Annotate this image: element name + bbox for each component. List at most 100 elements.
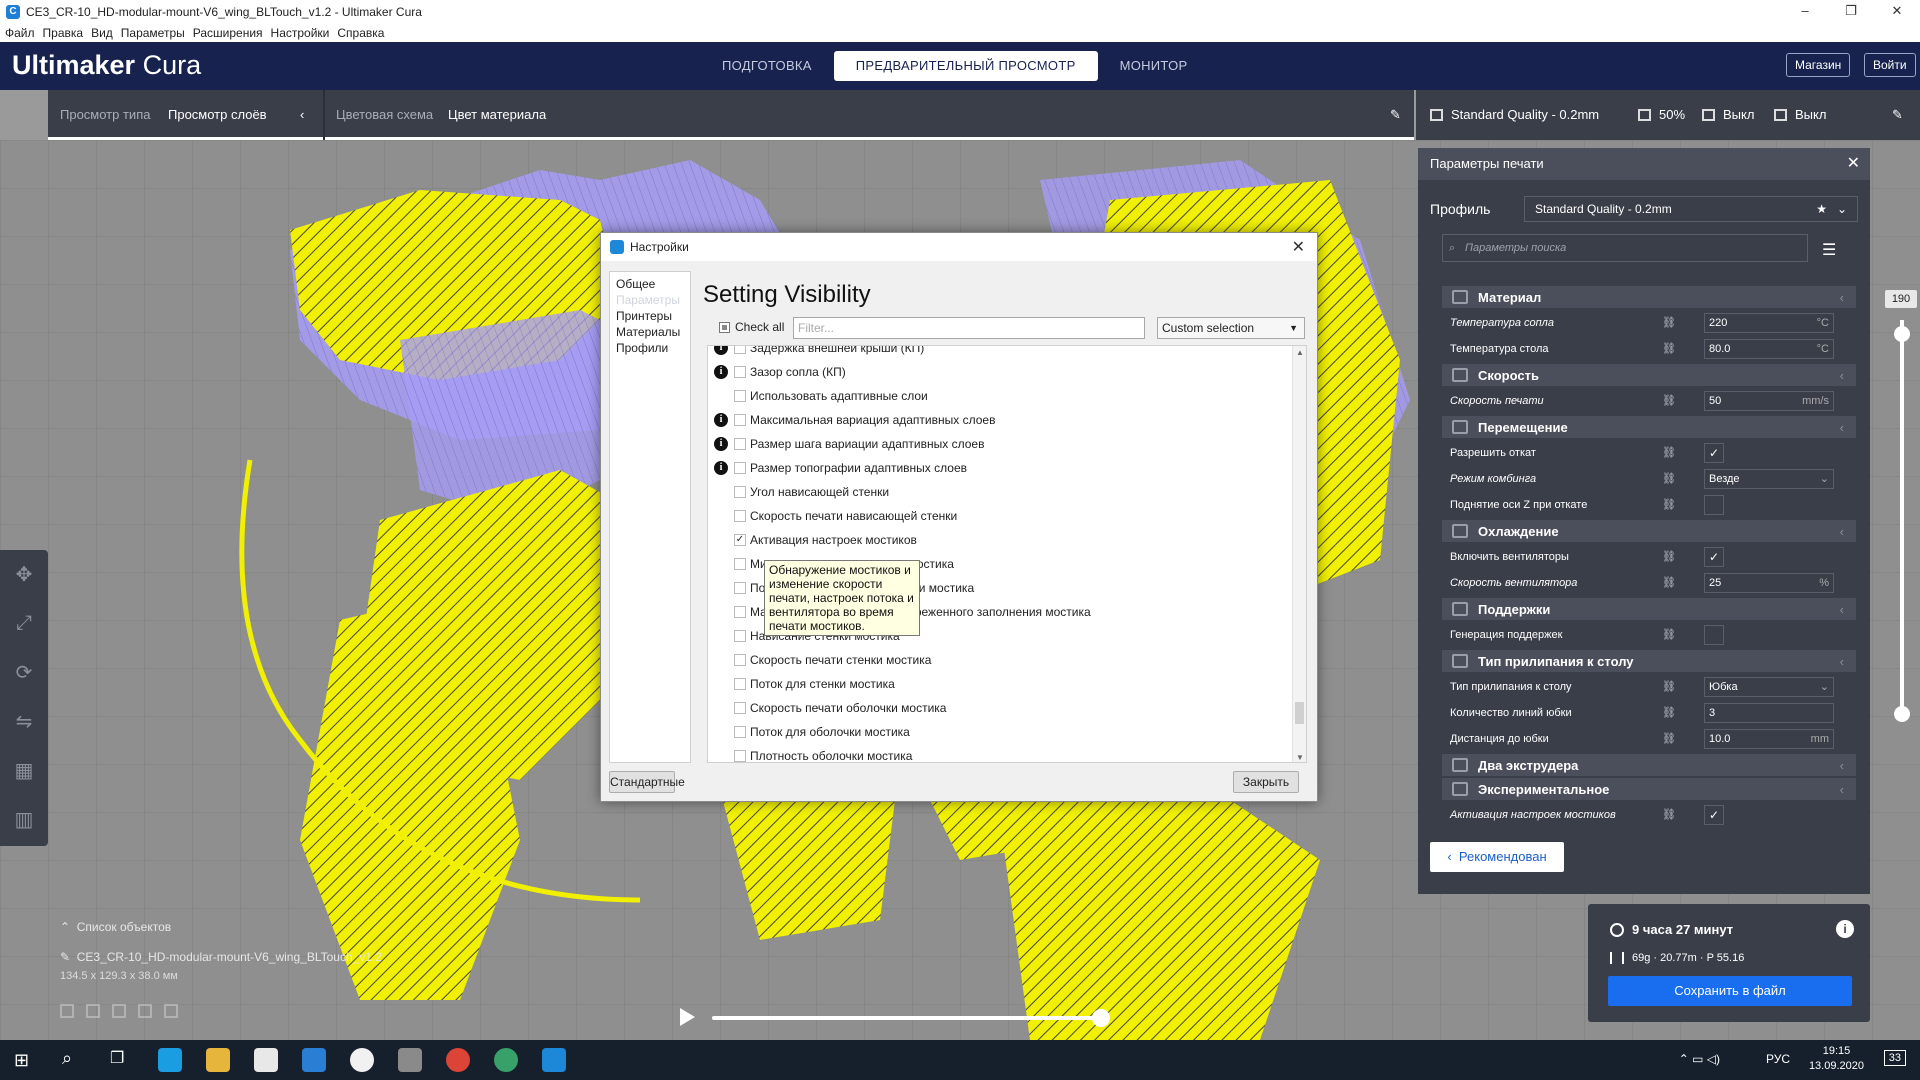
layer-slider-bottom-handle[interactable]	[1894, 706, 1910, 722]
app-globe-icon[interactable]	[494, 1048, 518, 1072]
visibility-checkbox[interactable]	[734, 438, 746, 450]
restore-icon[interactable]: ❐	[1828, 0, 1874, 24]
per-model-settings-icon[interactable]: ▦	[0, 746, 48, 795]
settings-category[interactable]: Материал ‹	[1442, 286, 1856, 308]
path-slider-handle[interactable]	[1092, 1009, 1110, 1027]
tab-preview[interactable]: ПРЕДВАРИТЕЛЬНЫЙ ПРОСМОТР	[833, 51, 1098, 81]
search-icon[interactable]: ⌕	[62, 1048, 72, 1069]
left-view-icon[interactable]	[138, 1004, 152, 1018]
setting-checkbox[interactable]	[1704, 625, 1724, 645]
close-button[interactable]: Закрыть	[1233, 771, 1299, 793]
visibility-checkbox[interactable]	[734, 606, 746, 618]
pencil-icon[interactable]: ✎	[1892, 107, 1903, 123]
setting-value-field[interactable]: Везде ⌄	[1704, 469, 1834, 489]
info-icon[interactable]: i	[714, 437, 728, 451]
visibility-checkbox[interactable]	[734, 750, 746, 762]
play-icon[interactable]	[680, 1008, 695, 1026]
language-indicator[interactable]: РУС	[1766, 1052, 1790, 1066]
scroll-down-icon[interactable]: ▼	[1296, 753, 1304, 762]
marketplace-button[interactable]: Магазин	[1786, 53, 1851, 77]
filter-input[interactable]: Filter...	[793, 317, 1145, 339]
settings-category[interactable]: Тип прилипания к столу ‹	[1442, 650, 1856, 672]
visibility-checkbox[interactable]	[734, 390, 746, 402]
itunes-icon[interactable]	[350, 1048, 374, 1072]
visibility-item[interactable]: Скорость печати стенки мостика	[708, 648, 1288, 672]
setting-checkbox[interactable]: ✓	[1704, 805, 1724, 825]
menu-preferences[interactable]: Настройки	[267, 26, 334, 40]
infill-summary[interactable]: 50%	[1638, 107, 1685, 122]
setting-value-field[interactable]: 220 °C	[1704, 313, 1834, 333]
setting-value-field[interactable]: 3	[1704, 703, 1834, 723]
profile-summary[interactable]: Standard Quality - 0.2mm	[1430, 107, 1599, 122]
settings-category[interactable]: Охлаждение ‹	[1442, 520, 1856, 542]
settings-category[interactable]: Перемещение ‹	[1442, 416, 1856, 438]
nav-materials[interactable]: Материалы	[610, 324, 690, 340]
edge-icon[interactable]	[158, 1048, 182, 1072]
3d-view-icon[interactable]	[60, 1004, 74, 1018]
settings-category[interactable]: Экспериментальное ‹	[1442, 778, 1856, 800]
setting-checkbox[interactable]: ✓	[1704, 547, 1724, 567]
setting-value-field[interactable]: 10.0 mm	[1704, 729, 1834, 749]
save-to-file-button[interactable]: Сохранить в файл	[1608, 976, 1852, 1006]
print-setup-bar[interactable]: Standard Quality - 0.2mm 50% Выкл Выкл ✎	[1416, 90, 1920, 140]
support-summary[interactable]: Выкл	[1702, 107, 1754, 122]
minimize-icon[interactable]: –	[1782, 0, 1828, 24]
visibility-item[interactable]: Угол нависающей стенки	[708, 480, 1288, 504]
info-icon[interactable]: i	[714, 346, 728, 355]
visibility-item[interactable]: Использовать адаптивные слои	[708, 384, 1288, 408]
visibility-checkbox[interactable]	[734, 346, 746, 354]
mirror-tool-icon[interactable]: ⇋	[0, 697, 48, 746]
visibility-item[interactable]: i Зазор сопла (КП)	[708, 360, 1288, 384]
visibility-checkbox[interactable]	[734, 630, 746, 642]
visibility-checkbox[interactable]	[734, 486, 746, 498]
tab-monitor[interactable]: МОНИТОР	[1098, 51, 1210, 81]
front-view-icon[interactable]	[86, 1004, 100, 1018]
support-blocker-icon[interactable]: ▥	[0, 795, 48, 844]
settings-category[interactable]: Два экструдера ‹	[1442, 754, 1856, 776]
settings-search-input[interactable]: ⌕ Параметры поиска	[1442, 234, 1808, 262]
visibility-item[interactable]: Поток для стенки мостика	[708, 672, 1288, 696]
visibility-item[interactable]: i Максимальная вариация адаптивных слоев	[708, 408, 1288, 432]
info-icon[interactable]: i	[714, 365, 728, 379]
visibility-checkbox[interactable]	[734, 414, 746, 426]
task-view-icon[interactable]: ❐	[110, 1048, 124, 1068]
object-list-toggle[interactable]: ⌃ Список объектов	[60, 920, 382, 934]
defaults-button[interactable]: Стандартные	[609, 771, 685, 793]
visibility-item[interactable]: ✓ Активация настроек мостиков	[708, 528, 1288, 552]
notification-icon[interactable]: 33	[1883, 1050, 1906, 1066]
calculator-icon[interactable]	[398, 1048, 422, 1072]
star-icon[interactable]: ★	[1816, 197, 1827, 221]
tray-icons[interactable]: ⌃ ▭ ◁)	[1679, 1052, 1720, 1066]
menu-file[interactable]: Файл	[0, 26, 39, 40]
settings-category[interactable]: Поддержки ‹	[1442, 598, 1856, 620]
visibility-checkbox[interactable]	[734, 702, 746, 714]
visibility-item[interactable]: Скорость печати оболочки мостика	[708, 696, 1288, 720]
settings-category[interactable]: Скорость ‹	[1442, 364, 1856, 386]
layer-number[interactable]: 190	[1885, 290, 1917, 308]
windows-start-icon[interactable]: ⊞	[14, 1050, 29, 1071]
tab-prepare[interactable]: ПОДГОТОВКА	[700, 51, 834, 81]
close-window-icon[interactable]: ✕	[1874, 0, 1920, 24]
setting-value-field[interactable]: 50 mm/s	[1704, 391, 1834, 411]
store-icon[interactable]	[254, 1048, 278, 1072]
visibility-item[interactable]: i Размер топографии адаптивных слоев	[708, 456, 1288, 480]
path-slider-track[interactable]	[712, 1016, 1102, 1020]
visibility-item[interactable]: Плотность оболочки мостика	[708, 744, 1288, 762]
profile-select[interactable]: Standard Quality - 0.2mm ★ ⌄	[1524, 196, 1858, 222]
cura-taskbar-icon[interactable]	[542, 1048, 566, 1072]
mail-icon[interactable]	[302, 1048, 326, 1072]
setting-checkbox[interactable]	[1704, 495, 1724, 515]
menu-view[interactable]: Вид	[87, 26, 117, 40]
chrome-icon[interactable]	[446, 1048, 470, 1072]
pencil-icon[interactable]: ✎	[1390, 107, 1401, 123]
scroll-up-icon[interactable]: ▲	[1296, 348, 1304, 357]
login-button[interactable]: Войти	[1864, 53, 1916, 77]
nav-profiles[interactable]: Профили	[610, 340, 690, 356]
setting-value-field[interactable]: 25%	[1704, 573, 1834, 593]
visibility-checkbox[interactable]	[734, 726, 746, 738]
info-icon[interactable]: i	[714, 461, 728, 475]
color-scheme-select[interactable]: Цвет материала	[448, 107, 546, 122]
settings-menu-icon[interactable]: ☰	[1822, 240, 1836, 260]
setting-value-field[interactable]: 80.0 °C	[1704, 339, 1834, 359]
close-icon[interactable]: ✕	[1292, 237, 1305, 257]
